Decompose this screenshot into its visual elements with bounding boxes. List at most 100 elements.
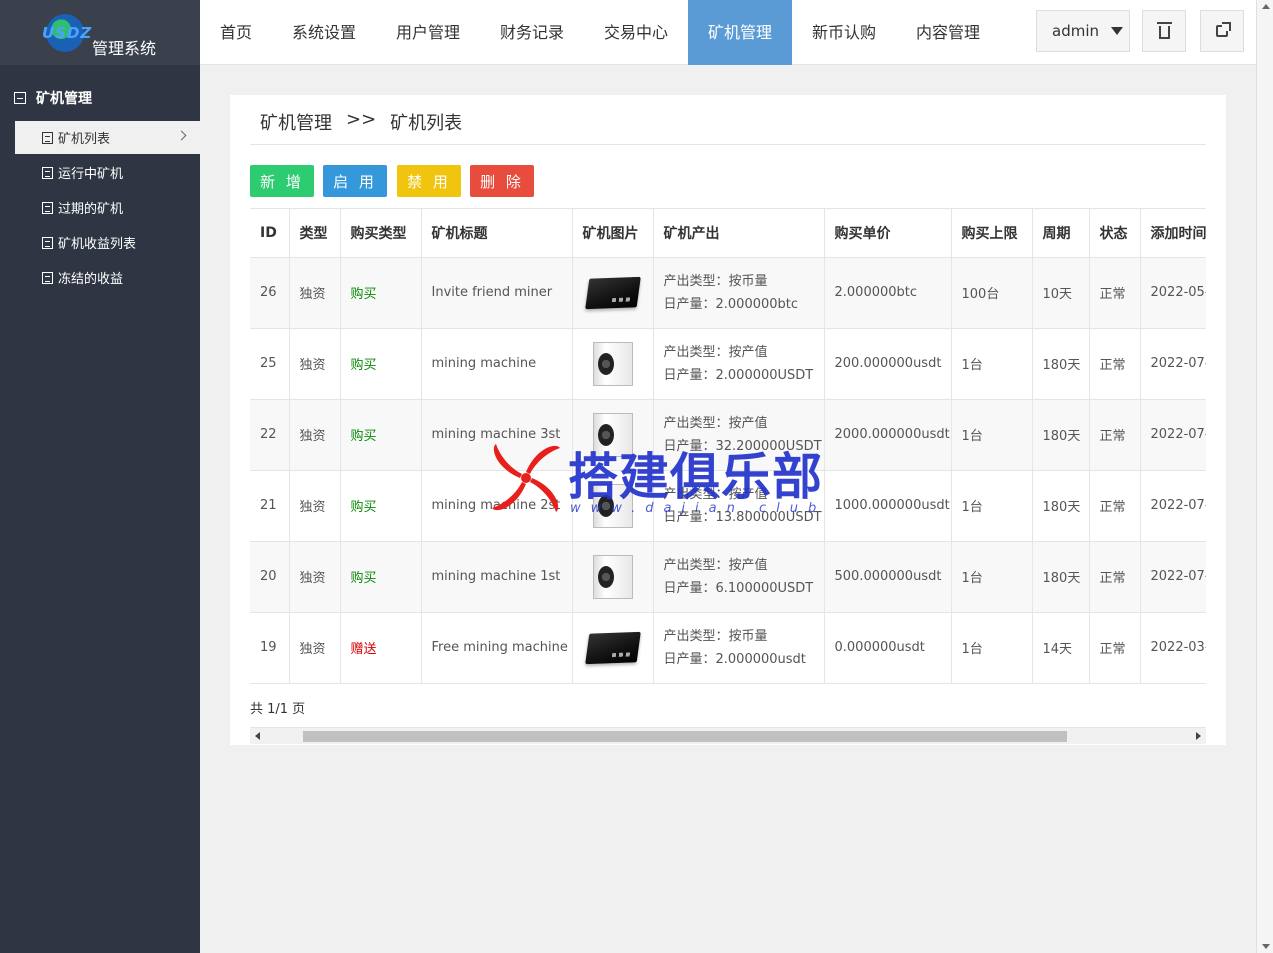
cell-cycle: 180天: [1031, 399, 1089, 471]
miner-thumbnail[interactable]: [583, 623, 643, 673]
miner-table: ID 类型 购买类型 矿机标题 矿机图片 矿机产出 购买单价 购买上限 周期 状态 添加时间 26 独…: [250, 209, 1206, 684]
tab-new-coin-subscription[interactable]: 新币认购: [792, 0, 896, 65]
column-header[interactable]: 周期: [1031, 209, 1089, 258]
cell-output: 产出类型：按产值 日产量：2.000000USDT: [652, 328, 824, 400]
enable-button[interactable]: 启 用: [323, 165, 387, 197]
sidebar-item-miner-list[interactable]: 矿机列表: [15, 121, 200, 154]
breadcrumb-section[interactable]: 矿机管理: [260, 109, 332, 135]
trash-icon: [1156, 22, 1172, 39]
sidebar-item-label: 冻结的收益: [58, 272, 124, 287]
miner-thumbnail[interactable]: [583, 268, 643, 318]
cell-cycle: 180天: [1031, 328, 1089, 400]
output-type: 产出类型：按产值: [663, 557, 768, 573]
tab-finance-records[interactable]: 财务记录: [480, 0, 584, 65]
delete-button[interactable]: 删 除: [470, 165, 534, 197]
cell-type: 独资: [288, 257, 340, 329]
cell-cycle: 14天: [1031, 612, 1089, 684]
cell-status: 正常: [1088, 612, 1140, 684]
miner-thumbnail[interactable]: [583, 481, 643, 531]
miner-thumbnail[interactable]: [583, 410, 643, 460]
column-header[interactable]: ID: [250, 209, 289, 258]
column-header[interactable]: 类型: [288, 209, 340, 258]
tab-system-settings[interactable]: 系统设置: [272, 0, 376, 65]
scroll-down-icon[interactable]: [1262, 944, 1270, 949]
table-row[interactable]: 20 独资 购买 mining machine 1st 产出类型：按产值 日产量：6.10…: [250, 541, 1206, 613]
disable-button[interactable]: 禁 用: [397, 165, 461, 197]
cell-limit: 1台: [950, 470, 1032, 542]
cell-cycle: 180天: [1031, 470, 1089, 542]
sidebar-item-miner-earnings[interactable]: 矿机收益列表: [15, 226, 200, 259]
table-row[interactable]: 21 独资 购买 mining machine 2st 产出类型：按产值 日产量：13.8…: [250, 470, 1206, 542]
logo-brand: USDZ: [42, 24, 93, 42]
page-scrollbar[interactable]: [1256, 0, 1273, 953]
user-menu-button[interactable]: admin: [1036, 10, 1130, 52]
top-navbar: 首页 系统设置 用户管理 财务记录 交易中心 矿机管理 新币认购 内容管理 ad…: [200, 0, 1256, 65]
sidebar-item-label: 运行中矿机: [58, 167, 124, 182]
cell-price: 500.000000usdt: [823, 541, 951, 613]
cell-id: 20: [250, 541, 289, 613]
column-header[interactable]: 购买单价: [823, 209, 951, 258]
table-row[interactable]: 25 独资 购买 mining machine 产出类型：按产值 日产量：2.000000…: [250, 328, 1206, 400]
list-icon: [42, 271, 53, 284]
cell-id: 21: [250, 470, 289, 542]
chevron-right-icon: [176, 130, 187, 141]
add-button[interactable]: 新 增: [250, 165, 314, 197]
horizontal-scrollbar[interactable]: [250, 727, 1206, 744]
scroll-left-icon[interactable]: [255, 732, 260, 740]
column-header[interactable]: 购买类型: [339, 209, 421, 258]
cell-price: 2000.000000usdt: [823, 399, 951, 471]
logo: USDZ 管理系统: [0, 0, 200, 65]
cell-image: [571, 257, 653, 329]
miner-image-icon: [584, 631, 641, 664]
sidebar-group-title[interactable]: 矿机管理: [14, 88, 92, 108]
cell-time: 2022-05-: [1139, 257, 1206, 329]
cell-status: 正常: [1088, 328, 1140, 400]
column-header[interactable]: 购买上限: [950, 209, 1032, 258]
sidebar-item-running-miners[interactable]: 运行中矿机: [15, 156, 200, 189]
cell-output: 产出类型：按币量 日产量：2.000000usdt: [652, 612, 824, 684]
cell-status: 正常: [1088, 470, 1140, 542]
cell-time: 2022-07-: [1139, 328, 1206, 400]
cell-output: 产出类型：按产值日产量：13.800000USDT: [652, 470, 824, 542]
output-type: 产出类型：按产值: [663, 344, 768, 360]
cell-limit: 100台: [950, 257, 1032, 329]
column-header[interactable]: 矿机产出: [652, 209, 824, 258]
table-row[interactable]: 22 独资 购买 mining machine 3st 产出类型：按产值 日产量：32.2…: [250, 399, 1206, 471]
cell-image: [571, 399, 653, 471]
cell-image: [571, 612, 653, 684]
table-row[interactable]: 19 独资 赠送 Free mining machine 产出类型：按币量 日产量：2.0…: [250, 612, 1206, 684]
column-header[interactable]: 矿机图片: [571, 209, 653, 258]
cell-buy-type: 购买: [339, 257, 421, 329]
sidebar-item-expired-miners[interactable]: 过期的矿机: [15, 191, 200, 224]
column-header[interactable]: 矿机标题: [420, 209, 572, 258]
cell-limit: 1台: [950, 541, 1032, 613]
clear-cache-button[interactable]: [1142, 10, 1186, 52]
breadcrumb: 矿机管理 >> 矿机列表: [260, 109, 462, 135]
cell-limit: 1台: [950, 612, 1032, 684]
logout-icon: [1216, 22, 1231, 37]
tab-trading-center[interactable]: 交易中心: [584, 0, 688, 65]
miner-image-icon: [592, 412, 633, 457]
scroll-up-icon[interactable]: [1262, 4, 1270, 9]
sidebar-item-label: 过期的矿机: [58, 202, 124, 217]
cell-buy-type: 购买: [339, 470, 421, 542]
table-row[interactable]: 26 独资 购买 Invite friend miner 产出类型：按币量 日产量：2.0…: [250, 257, 1206, 329]
column-header[interactable]: 添加时间: [1139, 209, 1206, 258]
scrollbar-thumb[interactable]: [303, 731, 1067, 742]
miner-thumbnail[interactable]: [583, 339, 643, 389]
cell-price: 1000.000000usdt: [823, 470, 951, 542]
column-header[interactable]: 状态: [1088, 209, 1140, 258]
miner-thumbnail[interactable]: [583, 552, 643, 602]
list-icon: [42, 236, 53, 249]
daily-output: 日产量：13.800000USDT: [663, 509, 822, 525]
logout-button[interactable]: [1200, 10, 1244, 52]
tab-miner-management[interactable]: 矿机管理: [688, 0, 792, 65]
tab-user-management[interactable]: 用户管理: [376, 0, 480, 65]
username: admin: [1052, 22, 1099, 40]
output-type: 产出类型：按产值: [663, 486, 768, 502]
tab-content-management[interactable]: 内容管理: [896, 0, 1000, 65]
list-icon: [42, 131, 53, 144]
scroll-right-icon[interactable]: [1196, 732, 1201, 740]
sidebar-item-frozen-earnings[interactable]: 冻结的收益: [15, 261, 200, 294]
tab-home[interactable]: 首页: [200, 0, 272, 65]
